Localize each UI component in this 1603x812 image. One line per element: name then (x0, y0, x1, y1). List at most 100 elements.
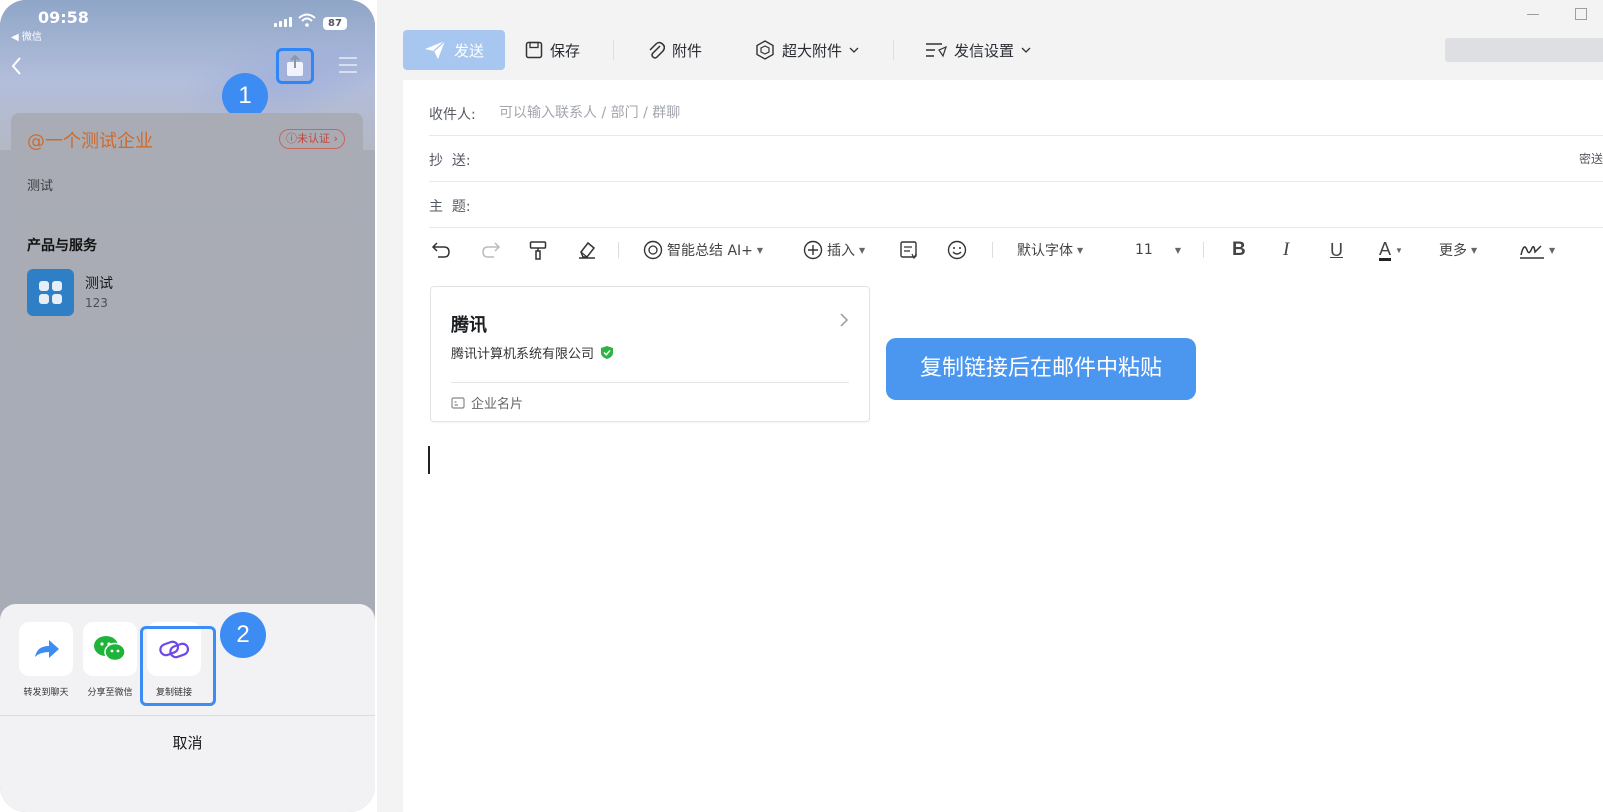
compose-toolbar: 发送 保存 附件 超大附件 发信设置 (377, 28, 1603, 72)
settings-list-icon (926, 43, 947, 58)
save-label: 保存 (550, 41, 581, 60)
step-2-badge: 2 (220, 612, 266, 658)
card-company-full-name: 腾讯计算机系统有限公司 (451, 347, 595, 362)
bold-button[interactable]: B (1232, 236, 1246, 264)
card-company-row: 腾讯计算机系统有限公司 (451, 343, 614, 362)
card-footer-label: 企业名片 (471, 397, 524, 412)
font-size-select[interactable]: 11 ▼ (1135, 236, 1181, 264)
share-button[interactable] (276, 48, 314, 84)
sheet-divider (0, 715, 375, 716)
share-option-forward[interactable]: 转发到聊天 (18, 622, 74, 698)
plus-circle-icon (803, 240, 823, 260)
format-painter-button[interactable] (529, 236, 547, 264)
to-label: 收件人: (429, 107, 476, 123)
to-field-row: 收件人: (429, 90, 1603, 136)
undo-button[interactable] (431, 236, 451, 264)
italic-button[interactable]: I (1283, 236, 1289, 264)
bold-icon: B (1232, 239, 1246, 260)
underline-button[interactable]: U (1330, 236, 1343, 264)
toolbar-placeholder-box (1445, 38, 1603, 62)
unverified-label: 未认证 (297, 132, 330, 145)
insert-label: 插入 (827, 243, 855, 259)
back-chevron-icon[interactable] (8, 54, 24, 78)
send-settings-label: 发信设置 (954, 41, 1015, 60)
font-family-select[interactable]: 默认字体 ▼ (1017, 236, 1083, 264)
menu-icon[interactable] (338, 56, 358, 74)
signature-icon (1520, 245, 1544, 259)
large-attachment-button[interactable]: 超大附件 (755, 30, 859, 70)
chevron-right-icon (840, 313, 849, 327)
paper-plane-icon (424, 40, 446, 59)
copy-link-highlight (140, 626, 216, 706)
compose-editor: 收件人: 抄 送: 密送 主 题: (403, 80, 1603, 812)
emoji-button[interactable] (947, 236, 967, 264)
insert-button[interactable]: 插入 ▼ (803, 236, 865, 264)
subject-input[interactable] (497, 194, 1397, 216)
signature-button[interactable]: ▼ (1519, 236, 1555, 264)
document-icon (900, 241, 917, 260)
send-settings-button[interactable]: 发信设置 (925, 30, 1031, 70)
text-color-icon: A (1379, 238, 1392, 261)
subject-label: 主 题: (429, 199, 471, 215)
caret-down-icon: ▼ (1395, 245, 1403, 255)
to-input[interactable] (497, 102, 1397, 124)
minimize-icon[interactable] (1527, 14, 1539, 15)
paperclip-icon (649, 41, 665, 59)
save-icon (525, 41, 543, 59)
font-size-value: 11 (1135, 242, 1153, 258)
cancel-button[interactable]: 取消 (0, 732, 375, 753)
product-subtitle: 123 (85, 296, 108, 310)
wifi-icon (298, 13, 316, 27)
send-label: 发送 (453, 41, 484, 60)
italic-icon: I (1283, 239, 1290, 260)
app-grid-icon[interactable] (27, 269, 74, 316)
redo-icon (482, 242, 501, 258)
clear-format-button[interactable] (577, 236, 597, 264)
back-to-wechat-link[interactable]: ◀ 微信 (11, 28, 42, 43)
id-card-icon (451, 396, 465, 409)
large-attachment-label: 超大附件 (782, 41, 843, 60)
products-card: 产品与服务 测试 123 (11, 217, 363, 343)
attachment-label: 附件 (672, 41, 703, 60)
template-button[interactable] (899, 236, 919, 264)
caret-down-icon: ▼ (1174, 245, 1181, 255)
share-option-wechat[interactable]: 分享至微信 (82, 622, 138, 698)
format-divider (992, 242, 993, 258)
cc-field-row: 抄 送: 密送 (429, 136, 1603, 182)
chevron-right-icon: › (330, 132, 338, 145)
caret-down-icon: ▼ (756, 245, 764, 255)
info-icon: ⓘ (286, 132, 297, 145)
send-button[interactable]: 发送 (403, 30, 505, 70)
caret-down-icon: ▼ (859, 245, 866, 255)
card-divider (451, 382, 849, 383)
ai-summary-button[interactable]: 智能总结 AI+ ▼ (643, 236, 763, 264)
phone-screen: 09:58 ◀ 微信 87 1 @一个测试企业 ⓘ未认证 › 测试 产品与服务 (0, 0, 375, 812)
save-button[interactable]: 保存 (525, 30, 580, 70)
text-color-button[interactable]: A ▼ (1379, 236, 1403, 264)
redo-button[interactable] (481, 236, 501, 264)
format-toolbar: 智能总结 AI+ ▼ 插入 ▼ 默认字体 ▼ 11 ▼ B I U A ▼ 更多… (429, 232, 1603, 268)
cc-label: 抄 送: (429, 153, 471, 169)
eraser-icon (579, 241, 596, 259)
ai-icon (643, 240, 663, 260)
email-compose-window: 发送 保存 附件 超大附件 发信设置 收件人: 抄 送: (377, 0, 1603, 812)
maximize-icon[interactable] (1575, 8, 1587, 20)
status-bar: 09:58 ◀ 微信 87 (0, 0, 375, 44)
cc-input[interactable] (497, 148, 1397, 170)
enterprise-business-card[interactable]: 腾讯 腾讯计算机系统有限公司 企业名片 (430, 286, 870, 422)
font-family-value: 默认字体 (1017, 243, 1073, 259)
unverified-badge[interactable]: ⓘ未认证 › (279, 129, 345, 149)
attachment-button[interactable]: 附件 (647, 30, 702, 70)
products-title: 产品与服务 (27, 238, 97, 254)
chevron-down-icon (1021, 47, 1031, 53)
more-button[interactable]: 更多 ▼ (1439, 236, 1477, 264)
text-cursor (428, 446, 430, 474)
toolbar-divider (893, 40, 894, 60)
paint-brush-icon (529, 241, 547, 260)
verified-shield-icon (601, 346, 614, 359)
enterprise-card: @一个测试企业 ⓘ未认证 › 测试 (11, 113, 363, 209)
product-name[interactable]: 测试 (85, 273, 113, 293)
bcc-link[interactable]: 密送 (1579, 150, 1603, 167)
card-company-short-name: 腾讯 (451, 315, 487, 336)
format-divider (1203, 242, 1204, 258)
